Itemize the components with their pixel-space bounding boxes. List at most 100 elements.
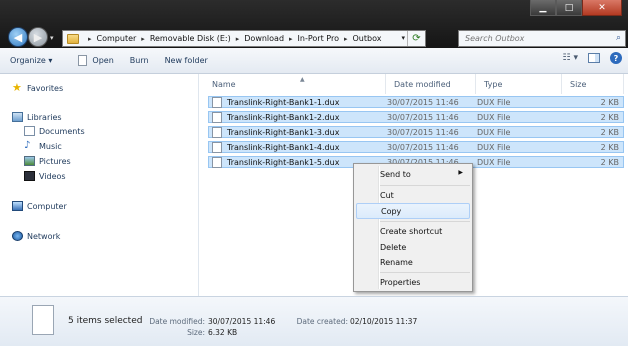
table-row[interactable]: Translink-Right-Bank1-1.dux 30/07/2015 1…	[208, 96, 624, 108]
context-menu: Send to ▶ Cut Copy Create shortcut Delet…	[353, 163, 473, 292]
file-size: 2 KB	[600, 158, 619, 167]
file-icon	[212, 126, 222, 138]
music-icon: ♪	[24, 140, 31, 151]
menu-item-send-to[interactable]: Send to ▶	[356, 166, 470, 182]
table-row[interactable]: Translink-Right-Bank1-2.dux 30/07/2015 1…	[208, 111, 624, 123]
table-row[interactable]: Translink-Right-Bank1-4.dux 30/07/2015 1…	[208, 141, 624, 153]
nav-label: Documents	[39, 126, 85, 136]
nav-label: Network	[27, 231, 61, 241]
details-pane: 5 items selected Date modified: 30/07/20…	[0, 296, 628, 346]
nav-computer[interactable]: Computer	[12, 200, 67, 212]
libraries-icon	[12, 112, 23, 122]
date-modified-value: 30/07/2015 11:46	[208, 317, 276, 326]
menu-item-label: Create shortcut	[380, 226, 443, 236]
network-icon	[12, 231, 23, 241]
nav-label: Libraries	[27, 112, 62, 122]
column-header-type[interactable]: Type	[476, 74, 562, 94]
file-name: Translink-Right-Bank1-1.dux	[227, 98, 340, 107]
breadcrumb-computer[interactable]: Computer	[97, 34, 137, 43]
file-type: DUX File	[477, 113, 511, 122]
menu-item-label: Rename	[380, 257, 413, 267]
search-box[interactable]: ⌕	[458, 30, 626, 47]
command-bar: Organize ▾ Open Burn New folder ☷ ▾ ?	[0, 48, 628, 74]
close-button[interactable]: ✕	[582, 0, 622, 16]
file-name: Translink-Right-Bank1-5.dux	[227, 158, 340, 167]
breadcrumb-outbox[interactable]: Outbox	[352, 34, 381, 43]
file-type: DUX File	[477, 143, 511, 152]
size-value: 6.32 KB	[208, 328, 238, 337]
breadcrumb-separator-icon[interactable]: ▸	[88, 35, 92, 43]
file-type: DUX File	[477, 158, 511, 167]
menu-item-cut[interactable]: Cut	[356, 187, 470, 203]
view-controls: ☷ ▾ ?	[563, 52, 622, 64]
column-header-name[interactable]: Name ▲	[204, 74, 386, 94]
menu-item-label: Delete	[380, 242, 407, 252]
date-created-label: Date created:	[296, 317, 348, 326]
navigation-row: ◀ ▶ ▾ ▸ Computer ▸ Removable Disk (E:) ▸…	[6, 26, 626, 48]
minimize-button[interactable]: ▁	[530, 0, 556, 16]
open-file-icon	[78, 55, 88, 66]
pictures-icon	[24, 156, 35, 166]
breadcrumb-in-port-pro[interactable]: In-Port Pro	[298, 34, 339, 43]
file-icon	[212, 111, 222, 123]
breadcrumb-removable-disk[interactable]: Removable Disk (E:)	[150, 34, 231, 43]
burn-button[interactable]: Burn	[124, 52, 155, 70]
column-header-size[interactable]: Size	[562, 74, 624, 94]
open-button[interactable]: Open	[72, 52, 119, 70]
date-modified-label: Date modified:	[149, 317, 205, 326]
menu-item-properties[interactable]: Properties	[356, 274, 470, 290]
back-button[interactable]: ◀	[8, 27, 28, 47]
nav-favorites[interactable]: ★ Favorites	[12, 82, 63, 94]
search-input[interactable]	[465, 34, 605, 43]
help-icon[interactable]: ?	[610, 52, 622, 64]
breadcrumb-separator-icon[interactable]: ▸	[289, 35, 293, 43]
forward-button[interactable]: ▶	[28, 27, 48, 47]
table-row[interactable]: Translink-Right-Bank1-3.dux 30/07/2015 1…	[208, 126, 624, 138]
organize-button[interactable]: Organize ▾	[4, 52, 58, 70]
file-type: DUX File	[477, 98, 511, 107]
menu-item-create-shortcut[interactable]: Create shortcut	[356, 223, 470, 239]
file-date: 30/07/2015 11:46	[387, 113, 459, 122]
menu-separator	[380, 185, 470, 186]
videos-icon	[24, 171, 35, 181]
breadcrumb-separator-icon[interactable]: ▸	[344, 35, 348, 43]
file-icon	[212, 156, 222, 168]
documents-icon	[24, 126, 35, 136]
sort-ascending-icon: ▲	[300, 76, 305, 83]
column-header-date[interactable]: Date modified	[386, 74, 476, 94]
nav-documents[interactable]: Documents	[24, 125, 85, 137]
nav-libraries[interactable]: Libraries	[12, 111, 62, 123]
breadcrumb-separator-icon[interactable]: ▸	[236, 35, 240, 43]
address-dropdown-icon[interactable]: ▾	[401, 34, 405, 42]
menu-item-copy[interactable]: Copy	[356, 203, 470, 219]
column-label: Date modified	[394, 79, 451, 89]
recent-pages-dropdown-icon[interactable]: ▾	[50, 34, 54, 42]
menu-item-delete[interactable]: Delete	[356, 239, 470, 255]
refresh-icon[interactable]: ⟳	[407, 31, 425, 46]
nav-videos[interactable]: Videos	[24, 170, 66, 182]
breadcrumb-separator-icon[interactable]: ▸	[141, 35, 145, 43]
column-label: Size	[570, 79, 587, 89]
window-controls: ▁ □ ✕	[530, 0, 622, 16]
nav-label: Music	[39, 141, 62, 151]
nav-music[interactable]: ♪ Music	[24, 140, 62, 152]
computer-icon	[12, 201, 23, 211]
nav-network[interactable]: Network	[12, 230, 60, 242]
preview-pane-icon[interactable]	[588, 53, 600, 63]
change-view-icon[interactable]: ☷ ▾	[563, 53, 578, 63]
file-thumbnail-icon	[32, 305, 54, 335]
open-label: Open	[92, 56, 114, 65]
nav-label: Computer	[27, 201, 67, 211]
new-folder-button[interactable]: New folder	[159, 52, 214, 70]
maximize-button[interactable]: □	[556, 0, 582, 16]
breadcrumb: ▸ Computer ▸ Removable Disk (E:) ▸ Downl…	[83, 34, 381, 43]
search-icon[interactable]: ⌕	[616, 33, 621, 43]
breadcrumb-download[interactable]: Download	[244, 34, 284, 43]
file-date: 30/07/2015 11:46	[387, 128, 459, 137]
menu-item-label: Properties	[380, 277, 421, 287]
file-date: 30/07/2015 11:46	[387, 143, 459, 152]
address-bar[interactable]: ▸ Computer ▸ Removable Disk (E:) ▸ Downl…	[62, 30, 426, 47]
menu-item-rename[interactable]: Rename	[356, 254, 470, 270]
menu-item-label: Copy	[381, 206, 402, 216]
nav-pictures[interactable]: Pictures	[24, 155, 71, 167]
